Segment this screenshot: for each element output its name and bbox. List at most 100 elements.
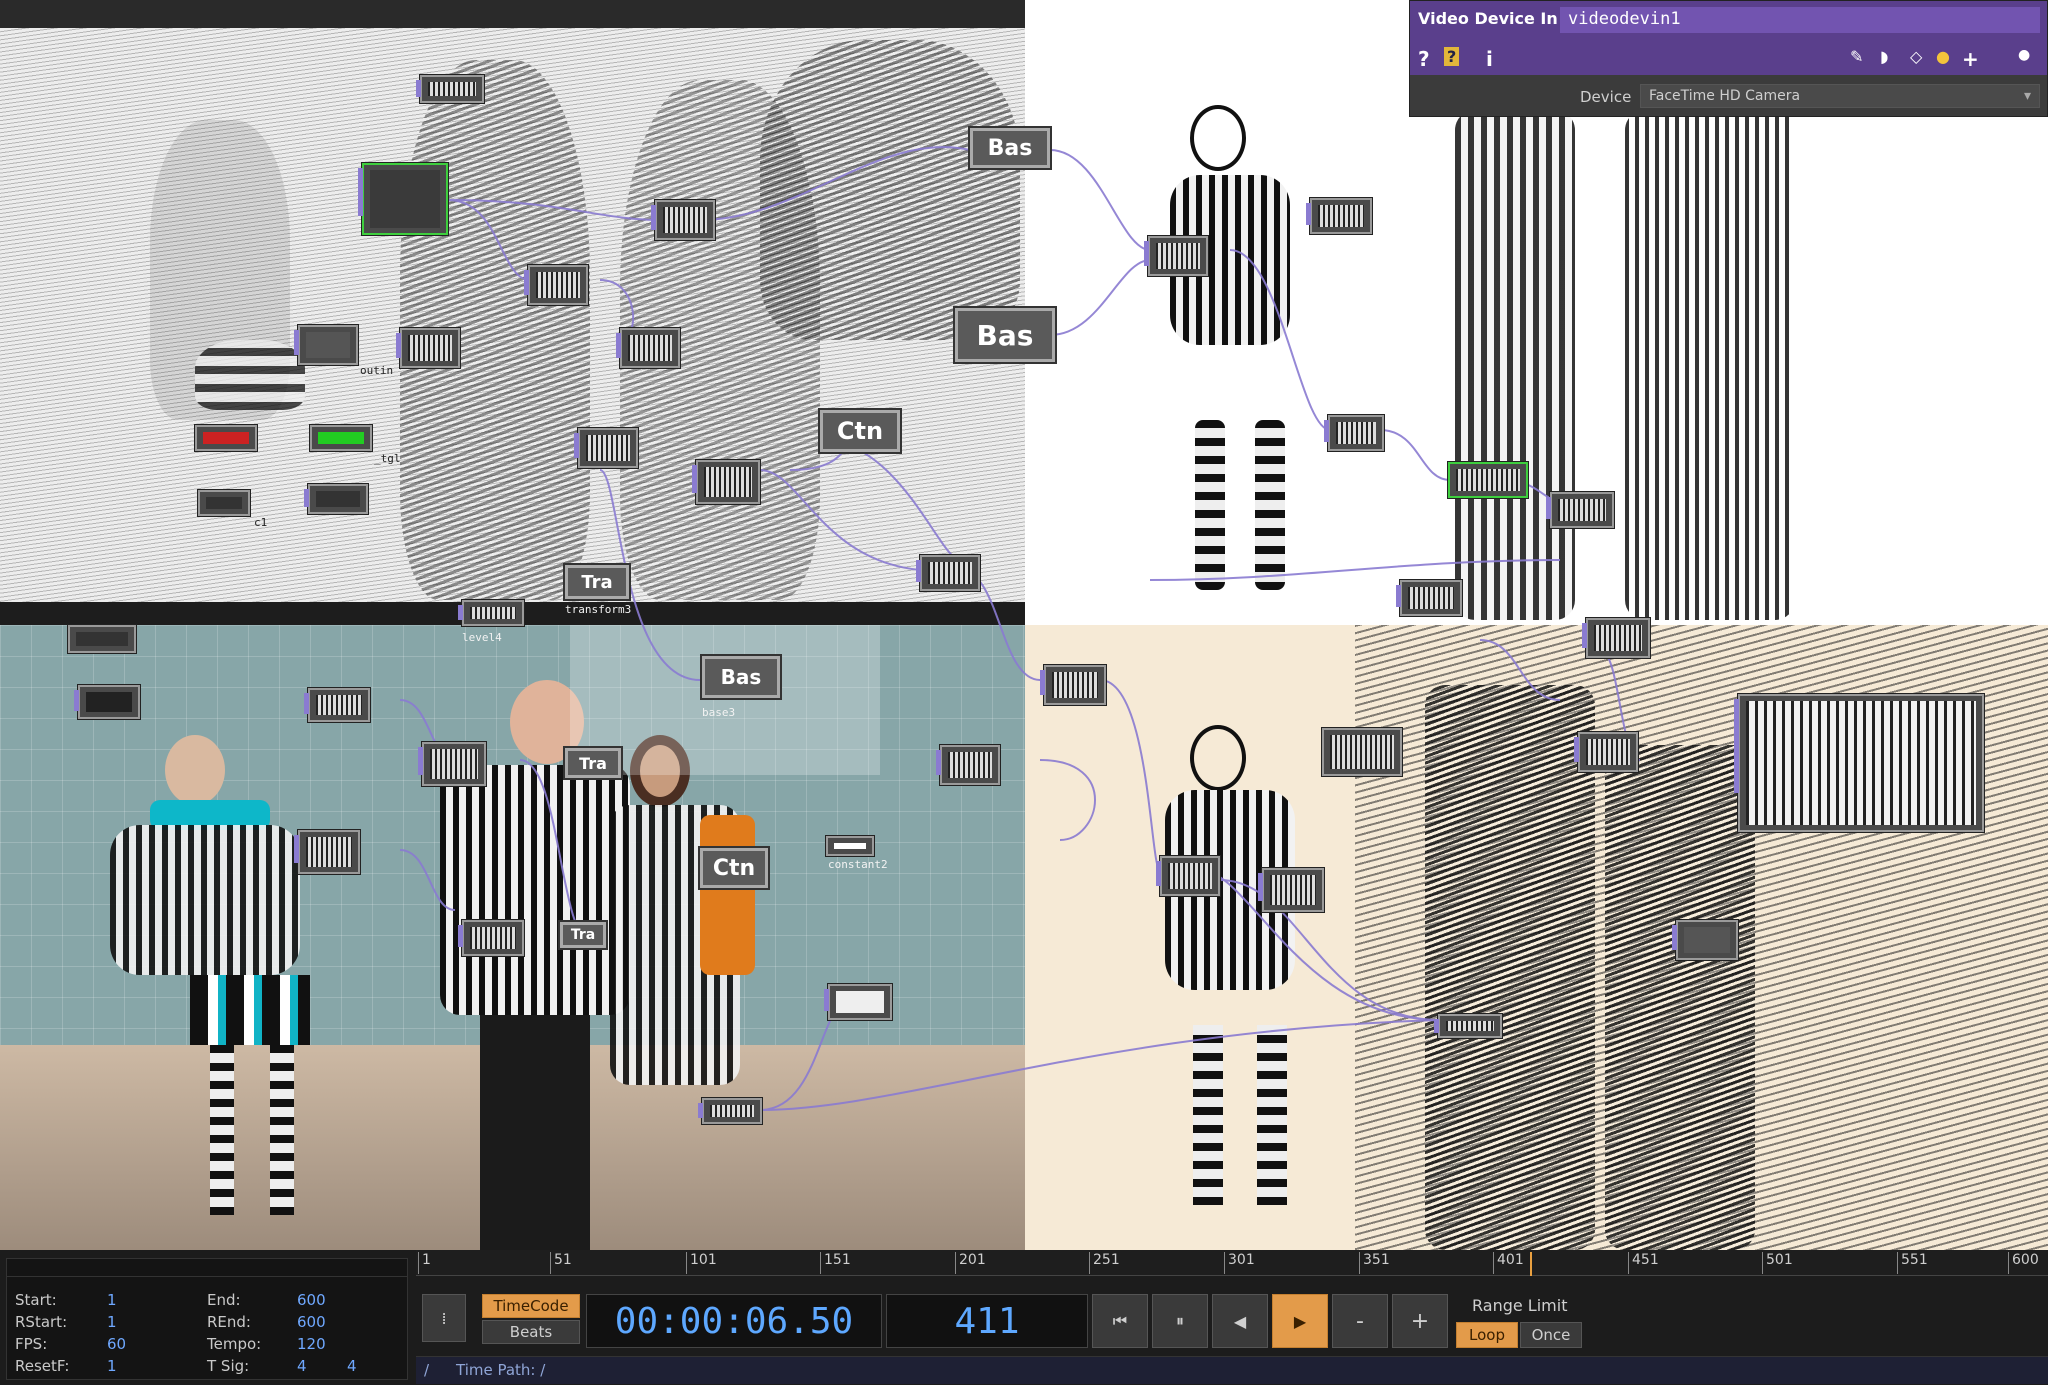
node-transform-tra2[interactable]: Tra: [565, 748, 621, 778]
node-base-bas2[interactable]: Bas: [955, 308, 1055, 362]
node-c1[interactable]: [198, 490, 250, 516]
node-record[interactable]: [68, 625, 136, 653]
selected-node-videodevin[interactable]: [358, 163, 448, 235]
node-level5[interactable]: [616, 328, 680, 368]
pause-button[interactable]: ⏸: [1152, 1294, 1208, 1348]
node-level7[interactable]: [698, 1098, 762, 1124]
transport-controls: ⁞ TimeCode Beats 00:00:06.50 411 ⏮ ⏸ ◀ ▶…: [416, 1286, 2048, 1348]
top-node[interactable]: [416, 75, 484, 103]
node-transform-tra1[interactable]: Tra: [565, 565, 629, 599]
operator-name-field[interactable]: videodevin1: [1560, 7, 2040, 33]
node-level6[interactable]: [574, 428, 638, 468]
rend-label: REnd:: [207, 1313, 251, 1331]
figure-leg-left: [1193, 1025, 1223, 1205]
edit-icon[interactable]: ✎: [1850, 47, 1863, 66]
toggle-green[interactable]: [310, 425, 372, 451]
node-panel[interactable]: [74, 685, 140, 719]
node-comp3[interactable]: [1574, 732, 1638, 772]
node-level2[interactable]: [524, 265, 588, 305]
node-output-preview[interactable]: [1734, 694, 1984, 832]
timecode-button[interactable]: TimeCode: [482, 1294, 580, 1318]
figure-head: [1190, 725, 1246, 791]
node-base-bas3[interactable]: Bas: [702, 656, 780, 698]
ruler-tick: 1: [418, 1252, 431, 1274]
clone-icon[interactable]: ◇: [1910, 47, 1922, 66]
dot-icon[interactable]: ●: [2018, 47, 2030, 63]
node-edge4[interactable]: [1546, 492, 1614, 528]
device-dropdown[interactable]: FaceTime HD Camera ▾: [1640, 84, 2040, 108]
tempo-label: Tempo:: [207, 1335, 262, 1353]
step-forward-button[interactable]: +: [1392, 1294, 1448, 1348]
parameter-panel[interactable]: Video Device In videodevin1 ? ? i ✎ ◗ ◇ …: [1409, 0, 2048, 117]
node-moviefileout[interactable]: [1672, 920, 1738, 960]
comment-icon[interactable]: ◗: [1880, 47, 1888, 66]
node-moviefilein[interactable]: [294, 830, 360, 874]
loop-button[interactable]: Loop: [1456, 1322, 1518, 1348]
tsig-numerator[interactable]: 4: [297, 1357, 307, 1375]
end-value[interactable]: 600: [297, 1291, 326, 1309]
node-edge3[interactable]: [1324, 415, 1384, 451]
node-null[interactable]: [1434, 1014, 1502, 1038]
node-constant-ctn1[interactable]: Ctn: [820, 410, 900, 452]
node-constant2[interactable]: [826, 836, 874, 856]
timeline-ruler[interactable]: 1 51 101 151 201 251 301 351 401 451 501…: [416, 1250, 2048, 1276]
play-forward-button[interactable]: ▶: [1272, 1294, 1328, 1348]
node-matte2[interactable]: [916, 555, 980, 591]
time-settings-panel: Start: 1 End: 600 RStart: 1 REnd: 600 FP…: [6, 1258, 408, 1380]
play-reverse-button[interactable]: ◀: [1212, 1294, 1268, 1348]
node-level3b[interactable]: [418, 742, 486, 786]
node-label-transform3: transform3: [565, 603, 632, 616]
rstart-value[interactable]: 1: [107, 1313, 117, 1331]
node-base-bas1[interactable]: Bas: [970, 128, 1050, 168]
node-window[interactable]: [1322, 728, 1402, 776]
node-level3[interactable]: [396, 328, 460, 368]
background-image-top-left: [0, 0, 1025, 602]
node-level4[interactable]: [458, 600, 524, 626]
start-value[interactable]: 1: [107, 1291, 117, 1309]
node-movie[interactable]: [304, 688, 370, 722]
node-matte3[interactable]: [936, 745, 1000, 785]
info-icon[interactable]: i: [1486, 47, 1493, 71]
node-matte4[interactable]: [824, 984, 892, 1020]
node-edge1[interactable]: [1144, 236, 1208, 276]
timeline-toggle-button[interactable]: ⁞: [422, 1294, 466, 1342]
node-edge2[interactable]: [1306, 198, 1372, 234]
python-icon[interactable]: ●: [1936, 47, 1950, 66]
figure-tall: [1455, 110, 1575, 620]
tsig-denominator[interactable]: 4: [347, 1357, 357, 1375]
node-level1[interactable]: [651, 200, 715, 240]
ruler-tick: 600: [2008, 1252, 2039, 1274]
tempo-value[interactable]: 120: [297, 1335, 326, 1353]
node-movie-outin[interactable]: [294, 325, 358, 365]
network-editor[interactable]: outin _tgl c1 Ctn Bas Bas Tra transform3…: [0, 0, 2048, 1250]
fps-value[interactable]: 60: [107, 1335, 126, 1353]
add-icon[interactable]: +: [1962, 47, 1979, 71]
path-root[interactable]: /: [424, 1361, 429, 1379]
frame-display[interactable]: 411: [886, 1294, 1088, 1348]
rend-value[interactable]: 600: [297, 1313, 326, 1331]
node-comp1[interactable]: [1040, 665, 1106, 705]
node-comp4[interactable]: [1156, 856, 1220, 896]
node-constant-ctn2[interactable]: Ctn: [700, 848, 768, 888]
node-selected-edge[interactable]: [1448, 462, 1528, 498]
help-icon[interactable]: ?: [1418, 47, 1430, 71]
python-help-icon[interactable]: ?: [1444, 47, 1460, 66]
node-transform-tra3[interactable]: Tra: [560, 922, 606, 948]
node-comp2[interactable]: [1582, 618, 1650, 658]
node-comp5[interactable]: [1258, 868, 1324, 912]
timecode-display[interactable]: 00:00:06.50: [586, 1294, 882, 1348]
actor-1-leg-left: [210, 1045, 234, 1215]
playhead[interactable]: [1530, 1252, 1532, 1276]
chevron-down-icon: ▾: [2023, 88, 2031, 104]
step-back-button[interactable]: -: [1332, 1294, 1388, 1348]
ruler-tick: 501: [1762, 1252, 1793, 1274]
toggle-red[interactable]: [195, 425, 257, 451]
node-level1b[interactable]: [458, 920, 524, 956]
resetf-value[interactable]: 1: [107, 1357, 117, 1375]
rewind-button[interactable]: ⏮: [1092, 1294, 1148, 1348]
node-tgl[interactable]: [304, 484, 368, 514]
node-edge5[interactable]: [1396, 580, 1462, 616]
beats-button[interactable]: Beats: [482, 1320, 580, 1344]
node-matte1[interactable]: [692, 460, 760, 504]
once-button[interactable]: Once: [1520, 1322, 1582, 1348]
